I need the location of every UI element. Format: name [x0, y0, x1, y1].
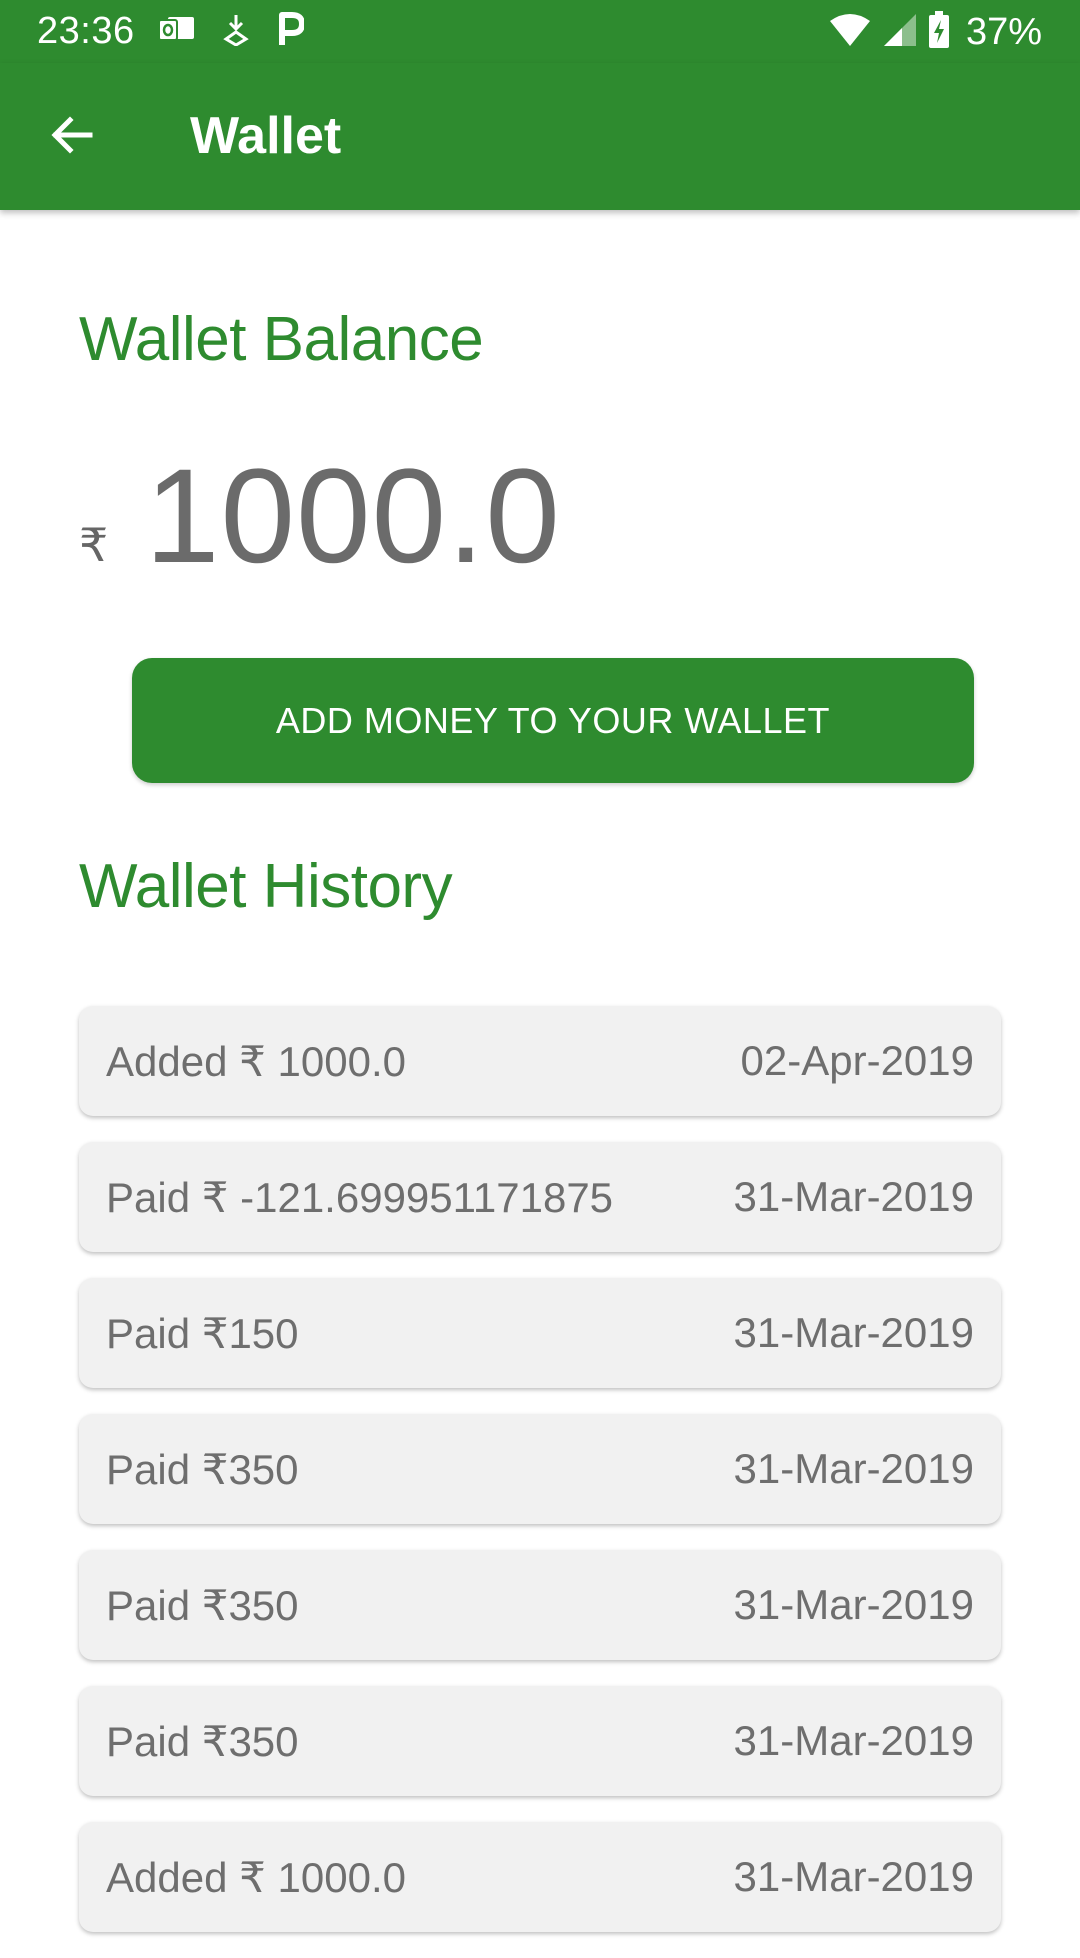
history-item-description: Paid ₹350: [106, 1581, 299, 1629]
history-item-description: Added ₹ 1000.0: [106, 1853, 406, 1901]
history-item-date: 02-Apr-2019: [740, 1037, 974, 1084]
status-time: 23:36: [37, 10, 135, 52]
status-bar: 23:36 37%: [0, 0, 1080, 63]
parking-icon: [276, 11, 305, 52]
balance-amount: 1000.0: [145, 442, 561, 591]
history-item[interactable]: Added ₹ 1000.0 02-Apr-2019: [79, 1006, 1001, 1116]
history-item-date: 31-Mar-2019: [733, 1717, 974, 1764]
history-item-description: Paid ₹150: [106, 1309, 299, 1357]
battery-charging-icon: [928, 10, 950, 54]
history-item-description: Paid ₹350: [106, 1445, 299, 1493]
history-item[interactable]: Paid ₹350 31-Mar-2019: [79, 1414, 1001, 1524]
history-item-description: Added ₹ 1000.0: [106, 1037, 406, 1085]
battery-percentage: 37%: [965, 10, 1042, 53]
wallet-balance-heading: Wallet Balance: [79, 305, 484, 374]
history-item[interactable]: Paid ₹350 31-Mar-2019: [79, 1550, 1001, 1660]
app-bar: Wallet: [0, 63, 1080, 210]
arrow-left-icon: [48, 111, 96, 164]
wallet-history-list: Added ₹ 1000.0 02-Apr-2019 Paid ₹ -121.6…: [79, 1006, 1001, 1958]
history-item[interactable]: Paid ₹150 31-Mar-2019: [79, 1278, 1001, 1388]
history-item-date: 31-Mar-2019: [733, 1581, 974, 1628]
wallet-history-heading: Wallet History: [79, 852, 453, 921]
status-system-icons: 37%: [828, 10, 1042, 54]
signal-icon: [882, 13, 918, 52]
status-notification-icons: [158, 11, 305, 52]
history-item-date: 31-Mar-2019: [733, 1173, 974, 1220]
history-item[interactable]: Added ₹ 1000.0 31-Mar-2019: [79, 1822, 1001, 1932]
history-item-date: 31-Mar-2019: [733, 1853, 974, 1900]
history-item-description: Paid ₹350: [106, 1717, 299, 1765]
back-button[interactable]: [40, 105, 104, 169]
history-item[interactable]: Paid ₹350 31-Mar-2019: [79, 1686, 1001, 1796]
history-item-description: Paid ₹ -121.699951171875: [106, 1173, 614, 1221]
add-money-button[interactable]: ADD MONEY TO YOUR WALLET: [132, 658, 974, 783]
download-icon: [222, 12, 250, 51]
page-title: Wallet: [190, 107, 342, 165]
outlook-icon: [158, 14, 196, 49]
history-item-date: 31-Mar-2019: [733, 1445, 974, 1492]
currency-symbol: ₹: [79, 519, 109, 571]
history-item[interactable]: Paid ₹ -121.699951171875 31-Mar-2019: [79, 1142, 1001, 1252]
history-item-date: 31-Mar-2019: [733, 1309, 974, 1356]
wifi-icon: [828, 13, 872, 52]
